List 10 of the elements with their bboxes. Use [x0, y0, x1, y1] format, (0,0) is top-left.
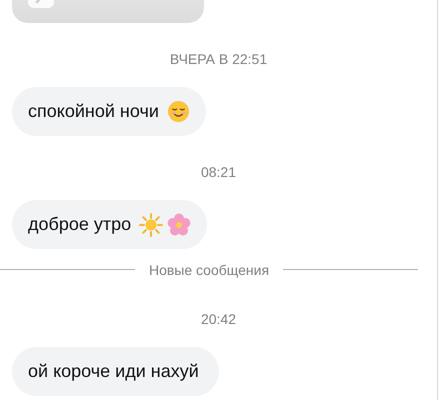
message-bubble[interactable]: ой короче иди нахуй: [12, 347, 219, 396]
smiling-face-icon: [166, 100, 190, 123]
sun-icon: [139, 212, 164, 236]
timestamp: ВЧЕРА В 22:51: [170, 51, 268, 68]
new-messages-label: Новые сообщения: [148, 262, 270, 278]
flower-icon: [167, 212, 192, 236]
message-bubble[interactable]: доброе утро: [12, 200, 208, 249]
timestamp: 20:42: [200, 311, 236, 328]
message-bubble[interactable]: спокойной ночи: [12, 87, 206, 136]
timestamp: 08:21: [200, 164, 236, 181]
